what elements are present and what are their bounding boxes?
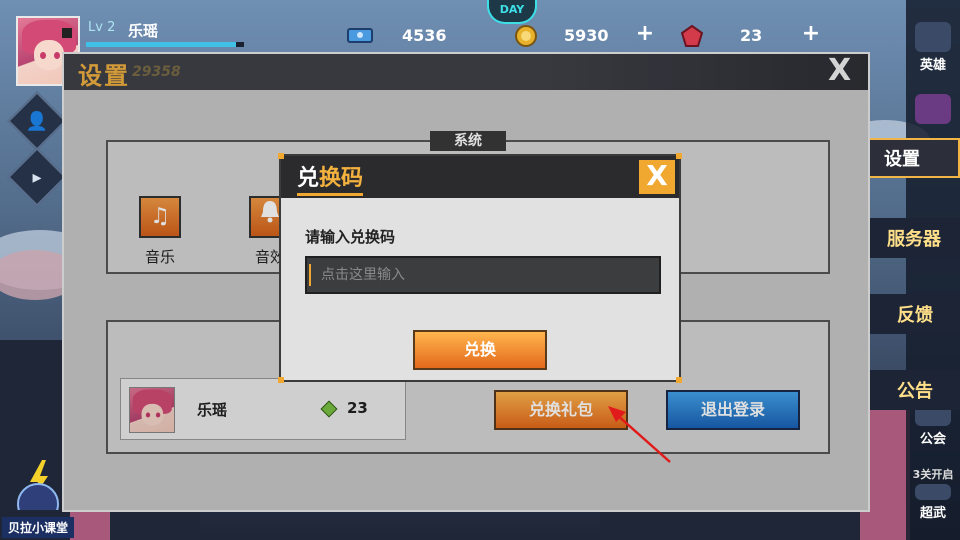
redeem-prompt: 请输入兑换码 xyxy=(305,228,396,246)
player-name: 乐瑶 xyxy=(128,22,159,40)
red-gem-icon xyxy=(680,24,704,47)
gold-coin-icon xyxy=(514,24,537,47)
redeem-code-input[interactable] xyxy=(305,256,661,294)
right-side-bar: 英雄 公会 3关开启 超武 xyxy=(906,0,960,540)
shop-menu-item[interactable] xyxy=(910,94,956,126)
tab-feedback[interactable]: 反馈 xyxy=(856,294,960,334)
redeem-code-dialog: 兑换码 X 请输入兑换码 兑换 xyxy=(278,153,682,383)
ticket-icon xyxy=(346,24,373,46)
redeem-close-button[interactable]: X xyxy=(639,160,675,194)
add-gem-button[interactable]: + xyxy=(800,23,822,46)
unlock-hint: 3关开启 xyxy=(912,468,954,481)
hero-menu-item[interactable]: 英雄 xyxy=(910,22,956,73)
player-level: Lv 2 xyxy=(88,20,116,35)
close-icon: X xyxy=(646,159,668,192)
ticket-count: 4536 xyxy=(402,26,447,45)
redeem-confirm-button[interactable]: 兑换 xyxy=(413,330,547,370)
top-hud: Lv 2 乐瑶 DAY 4536 5930 + 23 + xyxy=(0,0,960,86)
tab-announcement[interactable]: 公告 xyxy=(856,370,960,410)
hero-icon xyxy=(915,22,951,52)
redeem-dialog-title: 兑换码 xyxy=(297,160,364,196)
tab-server[interactable]: 服务器 xyxy=(856,218,960,258)
person-icon: 👤 xyxy=(25,110,49,132)
arrow-icon: ▸ xyxy=(32,166,42,188)
input-accent-bar xyxy=(309,264,311,286)
event-badge[interactable]: DAY xyxy=(487,0,537,24)
gold-count: 5930 xyxy=(564,26,609,45)
exp-bar xyxy=(86,42,244,47)
redeem-dialog-header: 兑换码 X xyxy=(281,156,679,198)
martial-menu-item[interactable]: 3关开启 超武 xyxy=(910,466,956,521)
gem-count: 23 xyxy=(740,26,763,45)
shop-icon xyxy=(915,94,951,124)
class-label: 贝拉小课堂 xyxy=(2,517,75,538)
add-gold-button[interactable]: + xyxy=(634,23,656,46)
martial-icon xyxy=(915,484,951,500)
